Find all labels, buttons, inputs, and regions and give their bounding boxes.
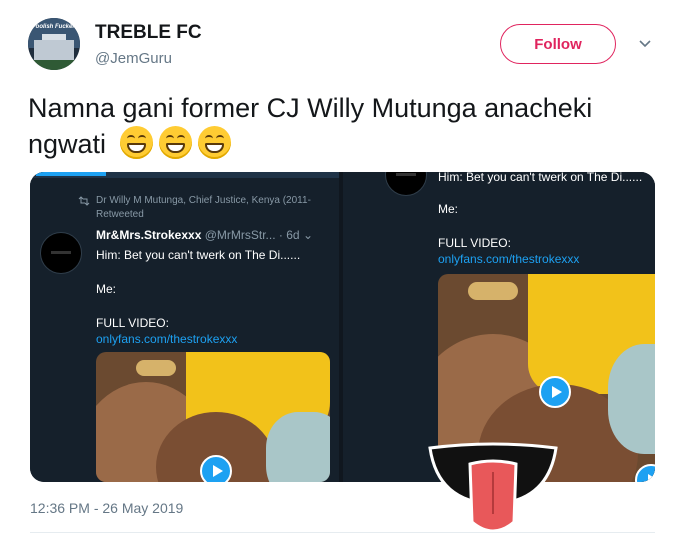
- separator: [30, 532, 655, 533]
- embedded-author-handle: @MrMrsStr...: [204, 228, 276, 242]
- tweet-media[interactable]: Dr Willy M Mutunga, Chief Justice, Kenya…: [30, 172, 655, 482]
- tweet-timestamp[interactable]: 12:36 PM - 26 May 2019: [30, 500, 183, 516]
- avatar[interactable]: Foolish Fuckers: [28, 18, 80, 70]
- retweet-line: Dr Willy M Mutunga, Chief Justice, Kenya…: [96, 194, 336, 222]
- embedded-link: onlyfans.com/thestrokexxx: [438, 252, 580, 266]
- embedded-avatar: [385, 172, 427, 196]
- retweeted-label: Retweeted: [96, 209, 144, 220]
- embedded-line3: FULL VIDEO:: [438, 236, 511, 250]
- embedded-line2: Me:: [438, 202, 459, 216]
- avatar-lawn: [28, 60, 80, 70]
- retweeted-by: Dr Willy M Mutunga, Chief Justice, Kenya…: [96, 195, 311, 206]
- embedded-link: onlyfans.com/thestrokexxx: [96, 332, 238, 346]
- embedded-line3: FULL VIDEO:: [96, 316, 169, 330]
- user-handle[interactable]: @JemGuru: [95, 50, 172, 67]
- embedded-avatar: [40, 232, 82, 274]
- grinning-face-icon: [197, 126, 231, 159]
- tweet-text: Namna gani former CJ Willy Mutunga anach…: [28, 90, 648, 162]
- grinning-face-icon: [119, 126, 153, 159]
- chevron-down-icon[interactable]: [638, 36, 652, 50]
- grinning-face-icon: [158, 126, 192, 159]
- avatar-tag: Foolish Fuckers: [32, 24, 79, 30]
- embedded-author-name: Mr&Mrs.Strokexxx: [96, 228, 202, 242]
- embedded-line2: Me:: [96, 282, 117, 296]
- embedded-line1: Him: Bet you can't twerk on The Di......: [96, 248, 301, 262]
- play-icon: [539, 376, 571, 408]
- retweet-icon: [78, 196, 90, 206]
- tongue-mouth-sticker-icon: [428, 442, 558, 533]
- media-image-left[interactable]: Dr Willy M Mutunga, Chief Justice, Kenya…: [30, 172, 339, 482]
- tweet-body: Namna gani former CJ Willy Mutunga anach…: [28, 93, 593, 159]
- media-image-right[interactable]: Him: Bet you can't twerk on The Di......…: [343, 172, 655, 482]
- embedded-author: Mr&Mrs.Strokexxx @MrMrsStr... · 6d ⌄: [96, 228, 313, 242]
- avatar-building: [34, 40, 74, 60]
- embedded-chevron-icon: ⌄: [302, 228, 313, 242]
- play-icon: [200, 455, 232, 482]
- embedded-line1: Him: Bet you can't twerk on The Di......: [438, 172, 643, 184]
- embedded-age: · 6d: [278, 228, 300, 242]
- top-bar: [30, 172, 339, 178]
- follow-button[interactable]: Follow: [500, 24, 616, 64]
- display-name[interactable]: TREBLE FC: [95, 22, 202, 44]
